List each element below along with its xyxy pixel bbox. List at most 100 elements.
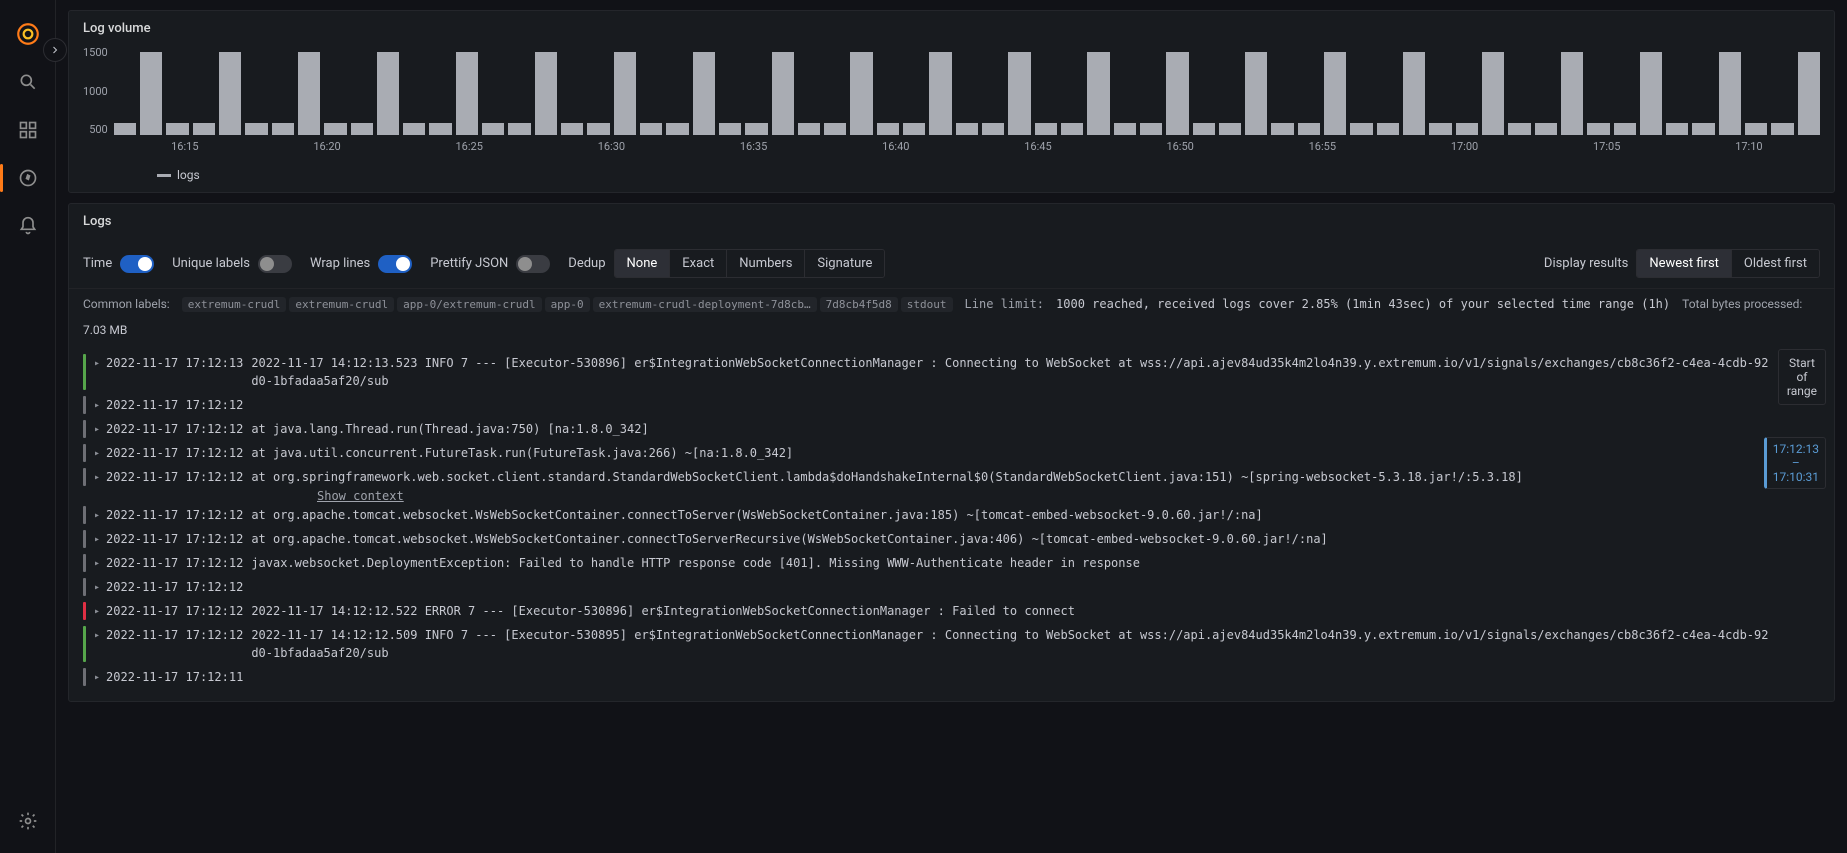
nav-alerts[interactable] — [8, 206, 48, 246]
chart-bar[interactable] — [1640, 52, 1662, 135]
chart-bar[interactable] — [903, 123, 925, 135]
chart-bar[interactable] — [1271, 123, 1293, 135]
expand-caret-icon[interactable]: ▸ — [94, 396, 100, 413]
chart-bar[interactable] — [1298, 123, 1320, 135]
nav-dashboards[interactable] — [8, 110, 48, 150]
chart-bar[interactable] — [1692, 123, 1714, 135]
chart-bar[interactable] — [1482, 52, 1504, 135]
display-option-oldest-first[interactable]: Oldest first — [1732, 250, 1819, 277]
chart-bar[interactable] — [1114, 123, 1136, 135]
wrap-lines-toggle[interactable] — [378, 255, 412, 273]
log-row[interactable]: ▸2022-11-17 17:12:11 — [77, 665, 1778, 689]
chart-bar[interactable] — [508, 123, 530, 135]
log-row[interactable]: ▸2022-11-17 17:12:12 at org.apache.tomca… — [77, 503, 1778, 527]
expand-caret-icon[interactable]: ▸ — [94, 578, 100, 595]
chart-bar[interactable] — [219, 52, 241, 135]
expand-caret-icon[interactable]: ▸ — [94, 420, 100, 437]
chart-bar[interactable] — [403, 123, 425, 135]
chart-bar[interactable] — [298, 52, 320, 135]
chart-bar[interactable] — [1561, 52, 1583, 135]
chart-bar[interactable] — [824, 123, 846, 135]
nav-settings[interactable] — [8, 801, 48, 841]
prettify-json-toggle[interactable] — [516, 255, 550, 273]
log-row[interactable]: ▸2022-11-17 17:12:122022-11-17 14:12:12.… — [77, 599, 1778, 623]
chart-bar[interactable] — [614, 52, 636, 135]
chart-bar[interactable] — [666, 123, 688, 135]
chart-bar[interactable] — [587, 123, 609, 135]
chart-bar[interactable] — [1771, 123, 1793, 135]
chart-bar[interactable] — [1403, 52, 1425, 135]
chart-bar[interactable] — [929, 52, 951, 135]
chart-bar[interactable] — [535, 52, 557, 135]
chart-bar[interactable] — [956, 123, 978, 135]
chart-bar[interactable] — [693, 52, 715, 135]
dedup-option-numbers[interactable]: Numbers — [727, 250, 805, 277]
dedup-option-exact[interactable]: Exact — [670, 250, 727, 277]
expand-caret-icon[interactable]: ▸ — [94, 668, 100, 685]
chart-bar[interactable] — [193, 123, 215, 135]
chart-bar[interactable] — [719, 123, 741, 135]
log-volume-chart[interactable]: 15001000500 16:1516:2016:2516:3016:3516:… — [83, 46, 1820, 156]
chart-bar[interactable] — [982, 123, 1004, 135]
expand-caret-icon[interactable]: ▸ — [94, 468, 100, 485]
chart-bar[interactable] — [1166, 52, 1188, 135]
chart-bar[interactable] — [1324, 52, 1346, 135]
nav-explore[interactable] — [8, 158, 48, 198]
expand-caret-icon[interactable]: ▸ — [94, 444, 100, 461]
unique-labels-toggle[interactable] — [258, 255, 292, 273]
dedup-option-signature[interactable]: Signature — [805, 250, 884, 277]
expand-caret-icon[interactable]: ▸ — [94, 554, 100, 571]
log-row[interactable]: ▸2022-11-17 17:12:122022-11-17 14:12:12.… — [77, 623, 1778, 665]
chart-bar[interactable] — [850, 52, 872, 135]
chart-bar[interactable] — [640, 123, 662, 135]
chart-bar[interactable] — [272, 123, 294, 135]
expand-caret-icon[interactable]: ▸ — [94, 354, 100, 371]
expand-caret-icon[interactable]: ▸ — [94, 602, 100, 619]
log-row[interactable]: ▸2022-11-17 17:12:12 at java.lang.Thread… — [77, 417, 1778, 441]
chart-bar[interactable] — [1087, 52, 1109, 135]
chart-bar[interactable] — [877, 123, 899, 135]
chart-bar[interactable] — [377, 52, 399, 135]
chart-bar[interactable] — [1377, 123, 1399, 135]
chart-bar[interactable] — [561, 123, 583, 135]
chart-bar[interactable] — [1745, 123, 1767, 135]
show-context-link[interactable]: Show context — [317, 489, 1778, 503]
chart-bar[interactable] — [798, 123, 820, 135]
expand-caret-icon[interactable]: ▸ — [94, 530, 100, 547]
nav-search[interactable] — [8, 62, 48, 102]
chart-bar[interactable] — [1456, 123, 1478, 135]
chart-bar[interactable] — [1508, 123, 1530, 135]
dedup-option-none[interactable]: None — [615, 250, 671, 277]
chart-bar[interactable] — [1035, 123, 1057, 135]
chart-bar[interactable] — [1061, 123, 1083, 135]
chart-bar[interactable] — [114, 123, 136, 135]
log-row[interactable]: ▸2022-11-17 17:12:12 — [77, 575, 1778, 599]
chart-bar[interactable] — [482, 123, 504, 135]
chart-bar[interactable] — [429, 123, 451, 135]
expand-caret-icon[interactable]: ▸ — [94, 506, 100, 523]
chart-bar[interactable] — [1245, 52, 1267, 135]
log-row[interactable]: ▸2022-11-17 17:12:132022-11-17 14:12:13.… — [77, 351, 1778, 393]
chart-bar[interactable] — [1719, 52, 1741, 135]
chart-bar[interactable] — [1535, 123, 1557, 135]
chart-bar[interactable] — [772, 52, 794, 135]
chart-bar[interactable] — [351, 123, 373, 135]
log-row[interactable]: ▸2022-11-17 17:12:12 at org.springframew… — [77, 465, 1778, 489]
log-row[interactable]: ▸2022-11-17 17:12:12javax.websocket.Depl… — [77, 551, 1778, 575]
display-option-newest-first[interactable]: Newest first — [1637, 250, 1732, 277]
chart-bar[interactable] — [140, 52, 162, 135]
chart-bar[interactable] — [1008, 52, 1030, 135]
chart-bar[interactable] — [1219, 123, 1241, 135]
chart-bar[interactable] — [1666, 123, 1688, 135]
expand-caret-icon[interactable]: ▸ — [94, 626, 100, 643]
start-of-range-marker[interactable]: Start of range — [1778, 349, 1826, 405]
chart-bar[interactable] — [1140, 123, 1162, 135]
chart-bar[interactable] — [1429, 123, 1451, 135]
log-row[interactable]: ▸2022-11-17 17:12:12 at java.util.concur… — [77, 441, 1778, 465]
log-row[interactable]: ▸2022-11-17 17:12:12 at org.apache.tomca… — [77, 527, 1778, 551]
chart-bar[interactable] — [245, 123, 267, 135]
chart-bar[interactable] — [1798, 52, 1820, 135]
chart-bar[interactable] — [1193, 123, 1215, 135]
time-toggle[interactable] — [120, 255, 154, 273]
chart-bar[interactable] — [745, 123, 767, 135]
